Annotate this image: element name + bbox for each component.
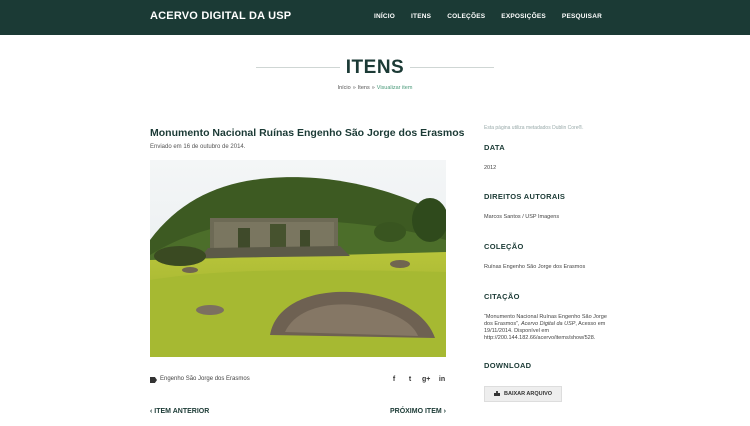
linkedin-icon[interactable]: in [438,376,446,383]
nav-inicio[interactable]: INÍCIO [374,13,395,20]
citation-heading: CITAÇÃO [484,292,520,301]
top-navbar: ACERVO DIGITAL DA USP INÍCIO ITENS COLEÇ… [0,0,750,35]
download-heading: DOWNLOAD [484,361,532,370]
twitter-icon[interactable]: t [406,376,414,383]
dublin-core-note: Esta página utiliza metadados Dublin Cor… [484,125,584,131]
date-section: DATA 2012 [484,143,505,172]
metadata-note: Esta página utiliza metadados Dublin Cor… [484,125,584,142]
breadcrumb-home[interactable]: Início [338,85,351,91]
item-tag-link[interactable]: Engenho São Jorge dos Erasmos [160,376,250,382]
share-buttons: f t g+ in [390,376,446,383]
next-item-link[interactable]: PRÓXIMO ITEM › [390,408,446,415]
nav-exposicoes[interactable]: EXPOSIÇÕES [501,13,546,20]
chevron-left-icon: ‹ [150,408,153,415]
breadcrumb-separator: » [371,85,375,91]
citation-text: “Monumento Nacional Ruínas Engenho São J… [484,314,612,342]
date-value: 2012 [484,165,497,171]
collection-section: COLEÇÃO Ruínas Engenho São Jorge dos Era… [484,242,585,271]
download-icon [494,391,500,396]
rights-heading: DIREITOS AUTORAIS [484,192,566,201]
page-heading: ITENS [0,57,750,79]
date-heading: DATA [484,143,505,152]
item-photo[interactable] [150,160,446,357]
page-title: ITENS [345,57,405,78]
previous-item-label: ITEM ANTERIOR [154,408,210,415]
facebook-icon[interactable]: f [390,376,398,383]
rights-value: Marcos Santos / USP Imagens [484,214,560,220]
next-item-label: PRÓXIMO ITEM [389,408,442,415]
download-button-label: BAIXAR ARQUIVO [504,390,553,397]
site-brand[interactable]: ACERVO DIGITAL DA USP [150,10,291,22]
breadcrumb: Início» Itens» Visualizar item [0,85,750,91]
previous-item-link[interactable]: ‹ ITEM ANTERIOR [150,408,209,415]
ruins-landscape-image [150,160,446,357]
collection-link[interactable]: Ruínas Engenho São Jorge dos Erasmos [484,264,585,271]
download-file-button[interactable]: BAIXAR ARQUIVO [484,385,563,402]
item-title: Monumento Nacional Ruínas Engenho São Jo… [150,127,465,139]
citation-section: CITAÇÃO “Monumento Nacional Ruínas Engen… [484,292,612,342]
heading-rule-right [410,67,494,68]
citation-source: Acervo Digital da USP [521,321,576,327]
nav-colecoes[interactable]: COLEÇÕES [447,13,485,20]
main-nav: INÍCIO ITENS COLEÇÕES EXPOSIÇÕES PESQUIS… [374,13,602,20]
chevron-right-icon: › [443,408,446,415]
collection-heading: COLEÇÃO [484,242,524,251]
heading-rule-left [256,67,340,68]
google-plus-icon[interactable]: g+ [422,376,430,383]
item-tags-row: Engenho São Jorge dos Erasmos f t g+ in [150,376,446,386]
rights-section: DIREITOS AUTORAIS Marcos Santos / USP Im… [484,192,565,221]
nav-itens[interactable]: ITENS [411,13,431,20]
breadcrumb-separator: » [352,85,356,91]
download-section: DOWNLOAD BAIXAR ARQUIVO [484,361,563,402]
nav-pesquisar[interactable]: PESQUISAR [562,13,602,20]
breadcrumb-items[interactable]: Itens [358,85,370,91]
breadcrumb-current: Visualizar item [376,85,413,91]
tag-icon [150,377,157,383]
item-date: Enviado em 16 de outubro de 2014. [150,144,246,150]
